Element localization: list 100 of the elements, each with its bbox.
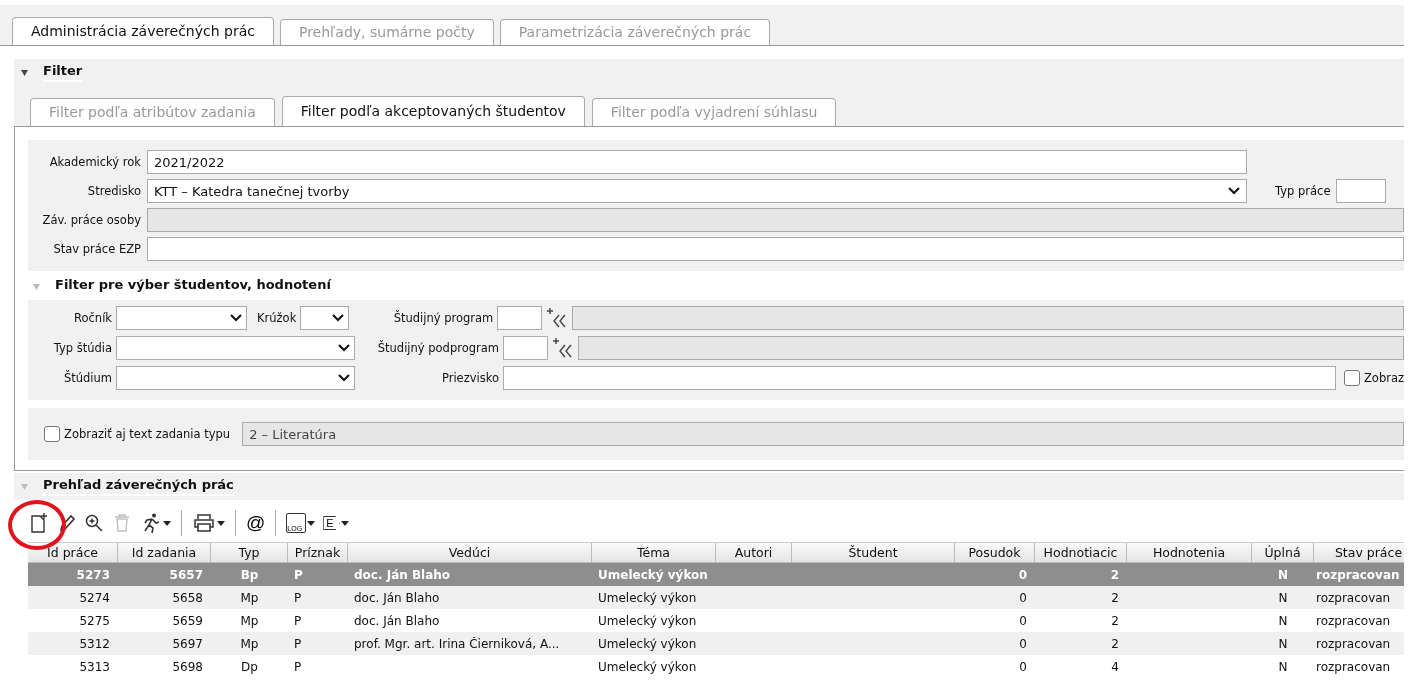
table-cell: N	[1278, 636, 1288, 651]
column-header[interactable]: Hodnotiacic	[1035, 543, 1127, 562]
column-header[interactable]: Téma	[592, 543, 716, 562]
column-header[interactable]: Hodnotenia	[1127, 543, 1252, 562]
table-cell: Mp	[240, 636, 259, 651]
table-cell: Mp	[240, 613, 259, 628]
field-label: Krúžok	[257, 311, 297, 325]
table-row[interactable]: 5313 5698 Dp P Umelecký výkon 0 4 N rozpracovan	[28, 655, 1404, 678]
chevron-down-icon	[230, 314, 242, 322]
field-label: Študijný program	[392, 311, 494, 325]
field-label: Stav práce EZP	[52, 242, 141, 256]
section-title: Filter pre výber študentov, hodnotení	[55, 277, 331, 296]
column-header[interactable]: Študent	[792, 543, 955, 562]
table-cell: 5658	[172, 590, 203, 605]
column-header[interactable]: Vedúci	[348, 543, 592, 562]
table-cell: 5312	[79, 636, 110, 651]
table-cell: N	[1278, 659, 1288, 674]
table-cell: P	[294, 613, 302, 628]
add-picker-icon[interactable]	[552, 337, 574, 359]
table-cell: 5698	[172, 659, 203, 674]
column-header[interactable]: Úplná	[1252, 543, 1314, 562]
table-cell: rozpracovan	[1316, 590, 1391, 605]
field-label: Ročník	[73, 311, 112, 325]
column-header[interactable]: Stav práce	[1314, 543, 1404, 562]
column-header[interactable]: Typ	[211, 543, 288, 562]
field-label: Typ štúdia	[52, 341, 112, 355]
input-field[interactable]	[497, 306, 543, 330]
table-cell: rozpracovan	[1316, 636, 1391, 651]
caret-icon	[163, 520, 171, 526]
section-title: Prehľad záverečných prác	[43, 477, 234, 496]
chevron-down-icon	[338, 374, 350, 382]
field-label: Stredisko	[86, 184, 141, 198]
input-field[interactable]: KTT – Katedra tanečnej tvorby	[147, 179, 1247, 203]
section-title: Filter	[43, 63, 83, 82]
export-tool-button[interactable]: E	[321, 510, 351, 536]
checkbox[interactable]	[1343, 370, 1360, 386]
checkbox[interactable]	[44, 426, 60, 442]
checkbox-label: Zobraziť aj text zadania typu	[64, 427, 231, 441]
column-header[interactable]: Id zadania	[118, 543, 211, 562]
table-cell: 5273	[76, 567, 110, 582]
dropdown[interactable]	[300, 306, 350, 330]
column-header[interactable]: Id práce	[28, 543, 118, 562]
table-cell: doc. Ján Blaho	[354, 590, 440, 605]
field-label: Štúdium	[62, 371, 112, 385]
chevron-down-icon	[1228, 187, 1240, 195]
input-field[interactable]	[503, 366, 1336, 390]
printer-icon	[192, 513, 216, 533]
table-cell: Umelecký výkon	[598, 636, 697, 651]
input-field[interactable]: 2021/2022	[147, 150, 1247, 174]
table-cell: rozpracovan	[1316, 659, 1391, 674]
table-cell: 2	[1111, 636, 1119, 651]
input-field[interactable]	[147, 237, 1404, 261]
table-row[interactable]: 5312 5697 Mp P prof. Mgr. art. Irina Čierniková, A... Umelecký výkon 0 2 N rozpracovan	[28, 632, 1404, 655]
table-cell: rozpracovan	[1316, 613, 1391, 628]
column-header[interactable]: Autori	[716, 543, 792, 562]
input-field[interactable]	[503, 336, 548, 360]
table-cell: doc. Ján Blaho	[354, 613, 440, 628]
filter-tab[interactable]: Filter podľa akceptovaných študentov	[281, 96, 585, 126]
table-cell: Umelecký výkon	[598, 567, 708, 582]
column-header[interactable]: Príznak	[288, 543, 348, 562]
input-field[interactable]	[1336, 179, 1387, 203]
table-cell: Bp	[240, 567, 259, 582]
caret-icon	[217, 520, 225, 526]
table-cell: N	[1278, 590, 1288, 605]
table-cell: 5659	[172, 613, 203, 628]
table-cell: P	[294, 636, 302, 651]
field-value: 2021/2022	[154, 154, 225, 170]
main-tab[interactable]: Administrácia záverečných prác	[12, 17, 274, 45]
collapse-triangle-icon[interactable]	[20, 68, 29, 77]
table-cell: rozpracovan	[1316, 567, 1400, 582]
table-cell: 0	[1019, 590, 1027, 605]
table-cell: 5274	[79, 590, 110, 605]
field-label: Typ práce	[1275, 184, 1331, 198]
table-row[interactable]: 5275 5659 Mp P doc. Ján Blaho Umelecký výkon 0 2 N rozpracovan	[28, 609, 1404, 632]
field-label: Akademický rok	[48, 155, 141, 169]
chevron-down-icon	[338, 344, 350, 352]
table-cell: Umelecký výkon	[598, 590, 697, 605]
table-cell: 5313	[79, 659, 110, 674]
table-cell: 0	[1019, 613, 1027, 628]
table-cell: 5657	[169, 567, 203, 582]
table-cell: Dp	[241, 659, 258, 674]
table-cell: 0	[1019, 636, 1027, 651]
caret-icon	[340, 520, 349, 526]
field-value: 2 – Literatúra	[249, 426, 337, 442]
table-cell: prof. Mgr. art. Irina Čierniková, A...	[354, 636, 560, 651]
table-cell: P	[294, 659, 302, 674]
table-cell: P	[294, 590, 302, 605]
field-label: Študijný podprogram	[376, 341, 499, 355]
table-cell: P	[294, 567, 303, 582]
table-cell: 4	[1111, 659, 1119, 674]
column-header[interactable]: Posudok	[955, 543, 1035, 562]
checkbox-label: Zobraz	[1363, 371, 1404, 385]
table-cell: 0	[1019, 659, 1027, 674]
table-cell: 2	[1110, 567, 1119, 582]
table-row[interactable]: 5274 5658 Mp P doc. Ján Blaho Umelecký výkon 0 2 N rozpracovan	[28, 586, 1404, 609]
field-label: Priezvisko	[440, 371, 499, 385]
caret-icon	[307, 520, 316, 526]
at-tool-button[interactable]: @	[244, 510, 268, 536]
table-cell: Umelecký výkon	[598, 613, 697, 628]
table-cell: Umelecký výkon	[598, 659, 697, 674]
